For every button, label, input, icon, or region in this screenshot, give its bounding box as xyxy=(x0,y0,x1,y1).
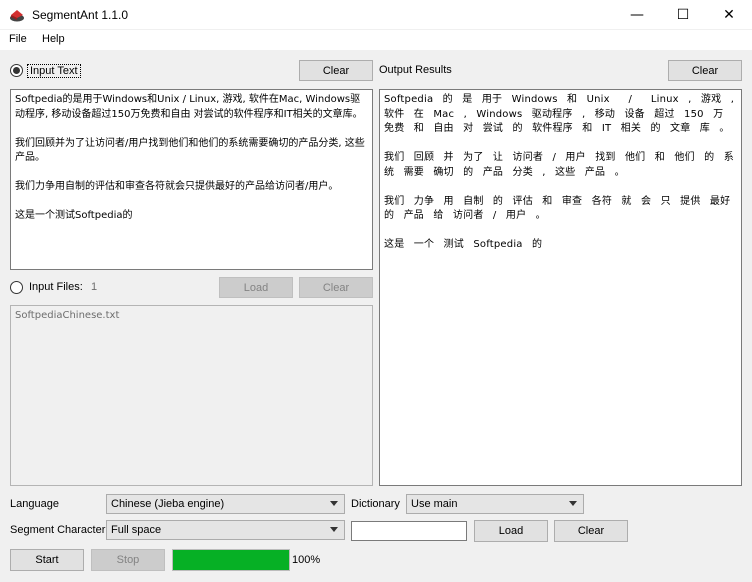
radio-selected-dot xyxy=(13,67,20,74)
progress-percent: 100% xyxy=(292,554,321,566)
progress-bar xyxy=(172,549,290,571)
output-text-area[interactable]: Softpedia 的 是 用于 Windows 和 Unix / Linux … xyxy=(379,89,742,486)
input-files-list[interactable]: SoftpediaChinese.txt xyxy=(10,305,373,486)
input-files-load-button[interactable]: Load xyxy=(219,277,293,298)
start-button[interactable]: Start xyxy=(10,549,84,571)
dictionary-path-input[interactable] xyxy=(351,521,467,541)
app-logo-icon xyxy=(9,7,25,23)
language-label: Language xyxy=(10,498,59,510)
language-select[interactable]: Chinese (Jieba engine) xyxy=(106,494,345,514)
segment-character-value: Full space xyxy=(111,524,162,536)
chevron-down-icon xyxy=(330,501,338,506)
maximize-button[interactable]: ☐ xyxy=(660,0,706,30)
input-files-radio[interactable] xyxy=(10,281,23,294)
menu-bar xyxy=(0,30,752,50)
segment-character-label: Segment Character xyxy=(10,524,106,536)
output-results-label: Output Results xyxy=(379,64,452,76)
input-text-area[interactable]: Softpedia的是用于Windows和Unix / Linux, 游戏, 软… xyxy=(10,89,373,270)
segment-character-select[interactable]: Full space xyxy=(106,520,345,540)
input-text-label[interactable]: Input Text xyxy=(27,64,81,78)
chevron-down-icon xyxy=(330,527,338,532)
dictionary-clear-button[interactable]: Clear xyxy=(554,520,628,542)
input-files-label: Input Files: xyxy=(29,281,83,293)
language-select-value: Chinese (Jieba engine) xyxy=(111,498,225,510)
progress-bar-fill xyxy=(173,550,289,570)
chevron-down-icon xyxy=(569,501,577,506)
menu-file[interactable]: File xyxy=(9,33,27,45)
stop-button[interactable]: Stop xyxy=(91,549,165,571)
window-title: SegmentAnt 1.1.0 xyxy=(32,8,129,22)
minimize-button[interactable]: — xyxy=(614,0,660,30)
input-files-clear-button[interactable]: Clear xyxy=(299,277,373,298)
dictionary-label: Dictionary xyxy=(351,498,400,510)
menu-help[interactable]: Help xyxy=(42,33,65,45)
dictionary-select[interactable]: Use main xyxy=(406,494,584,514)
input-text-clear-button[interactable]: Clear xyxy=(299,60,373,81)
dictionary-load-button[interactable]: Load xyxy=(474,520,548,542)
input-text-radio[interactable] xyxy=(10,64,23,77)
dictionary-select-value: Use main xyxy=(411,498,458,510)
close-button[interactable]: ✕ xyxy=(706,0,752,30)
output-clear-button[interactable]: Clear xyxy=(668,60,742,81)
input-files-count: 1 xyxy=(91,281,98,293)
